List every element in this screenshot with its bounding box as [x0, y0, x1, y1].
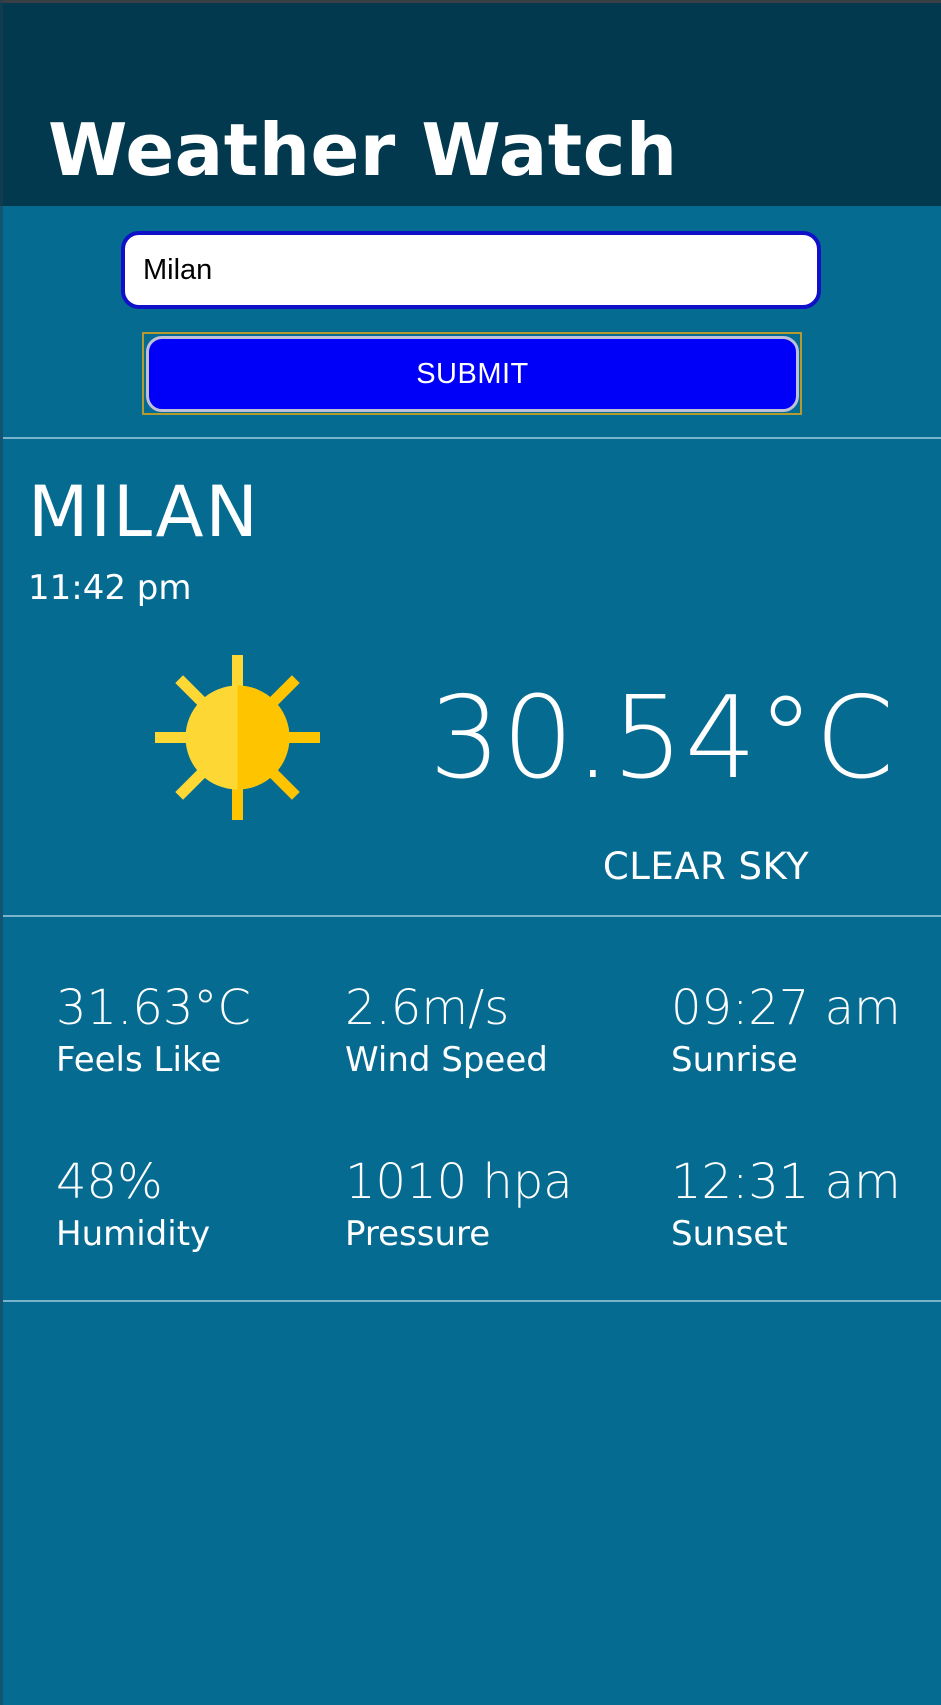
sunrise-value: 09:27 am [671, 980, 901, 1036]
humidity-label: Humidity [56, 1214, 211, 1254]
city-search-input[interactable] [121, 231, 821, 309]
sunset-label: Sunset [671, 1214, 788, 1254]
pressure-label: Pressure [345, 1214, 491, 1254]
feels-like-value: 31.63°C [56, 980, 251, 1036]
stat-sunset: 12:31 am Sunset [671, 1152, 901, 1256]
divider-middle [3, 915, 941, 917]
wind-speed-label: Wind Speed [345, 1040, 548, 1080]
divider-top [3, 437, 941, 439]
divider-bottom [3, 1300, 941, 1302]
app-title: Weather Watch [48, 108, 678, 192]
window-top-border [0, 0, 941, 3]
window-left-border [0, 0, 3, 1705]
sun-disc-shade [237, 685, 290, 790]
sunset-value: 12:31 am [671, 1154, 901, 1210]
humidity-value: 48% [56, 1154, 163, 1210]
stat-wind-speed: 2.6m/s Wind Speed [345, 978, 548, 1082]
local-time: 11:42 pm [28, 568, 192, 608]
sunrise-label: Sunrise [671, 1040, 798, 1080]
stat-humidity: 48% Humidity [56, 1152, 210, 1256]
submit-button[interactable]: SUBMIT [146, 336, 799, 412]
stat-sunrise: 09:27 am Sunrise [671, 978, 901, 1082]
app-header: Weather Watch [0, 0, 941, 206]
wind-speed-value: 2.6m/s [345, 980, 510, 1036]
stat-feels-like: 31.63°C Feels Like [56, 978, 251, 1082]
weather-condition: CLEAR SKY [602, 845, 810, 888]
sun-icon [155, 655, 320, 820]
feels-like-label: Feels Like [56, 1040, 222, 1080]
stat-pressure: 1010 hpa Pressure [345, 1152, 573, 1256]
city-name: MILAN [28, 471, 260, 553]
current-temperature: 30.54°C [429, 672, 895, 804]
pressure-value: 1010 hpa [345, 1154, 573, 1210]
